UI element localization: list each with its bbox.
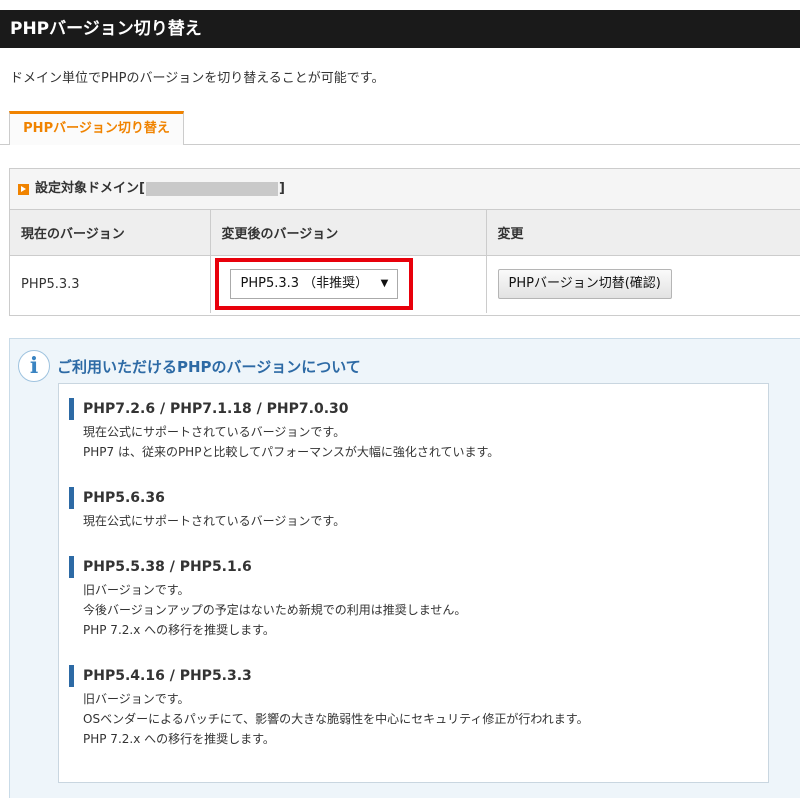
- column-header-change: 変更: [486, 210, 800, 256]
- version-select-value: PHP5.3.3 （非推奨）: [240, 276, 369, 292]
- version-heading: PHP5.5.38 / PHP5.1.6: [69, 556, 768, 578]
- version-note: 旧バージョンです。: [83, 583, 190, 597]
- info-header: i ご利用いただけるPHPのバージョンについて: [18, 350, 361, 382]
- panel-title-prefix: 設定対象ドメイン[: [35, 181, 145, 196]
- list-item: PHP5.5.38 / PHP5.1.6 旧バージョンです。 今後バージョンアッ…: [69, 556, 768, 640]
- version-note: 今後バージョンアップの予定はないため新規での利用は推奨しません。: [83, 603, 467, 617]
- version-heading: PHP5.4.16 / PHP5.3.3: [69, 665, 768, 687]
- version-note: 現在公式にサポートされているバージョンです。: [83, 425, 346, 439]
- column-header-current: 現在のバージョン: [10, 210, 211, 256]
- version-select[interactable]: PHP5.3.3 （非推奨） ▼: [229, 269, 398, 300]
- list-item: PHP7.2.6 / PHP7.1.18 / PHP7.0.30 現在公式にサポ…: [69, 398, 768, 462]
- info-title: ご利用いただけるPHPのバージョンについて: [57, 357, 361, 376]
- panel-title: 設定対象ドメイン[ ]: [10, 169, 800, 210]
- arrow-bullet-icon: [18, 183, 29, 195]
- table-row: PHP5.3.3 PHP5.3.3 （非推奨） ▼ PHPバージョン切替(確認): [10, 255, 800, 313]
- intro-text: ドメイン単位でPHPのバージョンを切り替えることが可能です。: [10, 71, 385, 86]
- version-heading: PHP7.2.6 / PHP7.1.18 / PHP7.0.30: [69, 398, 768, 420]
- version-note: PHP 7.2.x への移行を推奨します。: [83, 623, 275, 637]
- panel-title-suffix: ]: [278, 181, 285, 196]
- current-version-value: PHP5.3.3: [10, 255, 211, 313]
- switch-version-button[interactable]: PHPバージョン切替(確認): [497, 269, 672, 300]
- version-note: 旧バージョンです。: [83, 692, 190, 706]
- version-note: 現在公式にサポートされているバージョンです。: [83, 514, 346, 528]
- list-item: PHP5.6.36 現在公式にサポートされているバージョンです。: [69, 487, 768, 531]
- version-note: PHP 7.2.x への移行を推奨します。: [83, 732, 275, 746]
- page-title: PHPバージョン切り替え: [0, 10, 800, 48]
- info-panel: i ご利用いただけるPHPのバージョンについて PHP7.2.6 / PHP7.…: [9, 338, 800, 798]
- info-icon: i: [18, 350, 50, 382]
- dropdown-arrow-icon: ▼: [377, 270, 392, 299]
- version-table: 現在のバージョン 変更後のバージョン 変更 PHP5.3.3 PHP5.3.3 …: [10, 210, 800, 313]
- change-cell: PHPバージョン切替(確認): [486, 255, 800, 313]
- table-header-row: 現在のバージョン 変更後のバージョン 変更: [10, 210, 800, 256]
- version-note: PHP7 は、従来のPHPと比較してパフォーマンスが大幅に強化されています。: [83, 445, 500, 459]
- list-item: PHP5.4.16 / PHP5.3.3 旧バージョンです。 OSベンダーによる…: [69, 665, 768, 749]
- select-highlight: PHP5.3.3 （非推奨） ▼: [214, 258, 413, 311]
- version-info-box: PHP7.2.6 / PHP7.1.18 / PHP7.0.30 現在公式にサポ…: [58, 383, 769, 783]
- column-header-new: 変更後のバージョン: [210, 210, 487, 256]
- new-version-cell: PHP5.3.3 （非推奨） ▼: [210, 255, 487, 313]
- masked-domain: [145, 182, 278, 196]
- tab-php-version-switch[interactable]: PHPバージョン切り替え: [9, 111, 184, 145]
- settings-panel: 設定対象ドメイン[ ] 現在のバージョン 変更後のバージョン 変更 PHP5.3…: [9, 168, 800, 316]
- version-heading: PHP5.6.36: [69, 487, 768, 509]
- version-note: OSベンダーによるパッチにて、影響の大きな脆弱性を中心にセキュリティ修正が行われ…: [83, 712, 589, 726]
